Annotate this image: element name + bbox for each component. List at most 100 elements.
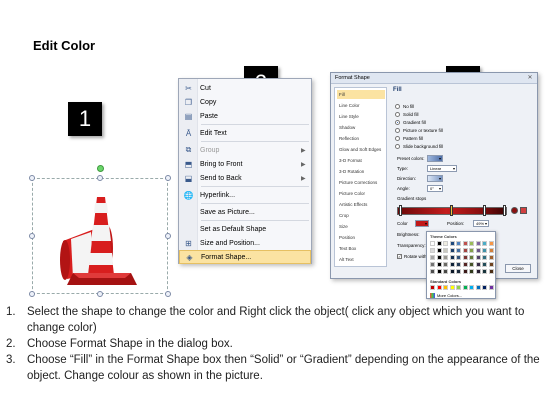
sidebar-item-text-box[interactable]: Text Box	[337, 244, 385, 253]
theme-color-swatch[interactable]	[488, 255, 494, 260]
theme-color-swatch[interactable]	[436, 248, 442, 253]
radio-gradient-fill[interactable]: Gradient fill	[395, 119, 426, 126]
theme-color-swatch[interactable]	[482, 262, 487, 267]
standard-color-swatch[interactable]	[482, 285, 487, 290]
sidebar-item-3d-format[interactable]: 3-D Format	[337, 156, 385, 165]
theme-color-swatch[interactable]	[462, 269, 468, 274]
theme-color-swatch[interactable]	[456, 262, 461, 267]
theme-color-swatch[interactable]	[436, 241, 442, 246]
rotation-handle[interactable]	[97, 165, 104, 172]
theme-color-swatch[interactable]	[443, 248, 448, 253]
standard-color-swatch[interactable]	[475, 285, 481, 290]
theme-color-swatch[interactable]	[482, 269, 487, 274]
position-input[interactable]: 49%	[473, 219, 489, 227]
resize-handle-nw[interactable]	[29, 175, 35, 181]
theme-color-swatch[interactable]	[475, 262, 481, 267]
theme-color-swatch[interactable]	[475, 255, 481, 260]
sidebar-item-glow[interactable]: Glow and Soft Edges	[337, 145, 385, 154]
theme-color-swatch[interactable]	[430, 248, 435, 253]
theme-color-swatch[interactable]	[449, 269, 455, 274]
theme-color-swatch[interactable]	[469, 241, 474, 246]
menu-item-bring-to-front[interactable]: ⬒ Bring to Front ▶	[179, 157, 311, 171]
standard-color-swatch[interactable]	[462, 285, 468, 290]
theme-color-swatch[interactable]	[469, 269, 474, 274]
theme-color-swatch[interactable]	[456, 269, 461, 274]
menu-item-set-default-shape[interactable]: Set as Default Shape	[179, 222, 311, 236]
theme-color-swatch[interactable]	[430, 269, 435, 274]
standard-color-swatch[interactable]	[430, 285, 435, 290]
theme-color-swatch[interactable]	[469, 255, 474, 260]
menu-item-cut[interactable]: ✂ Cut	[179, 81, 311, 95]
theme-color-swatch[interactable]	[430, 241, 435, 246]
resize-handle-e[interactable]	[165, 233, 171, 239]
menu-item-group[interactable]: ⧉ Group ▶	[179, 143, 311, 157]
theme-color-swatch[interactable]	[430, 255, 435, 260]
standard-color-swatch[interactable]	[436, 285, 442, 290]
theme-color-swatch[interactable]	[488, 262, 494, 267]
remove-stop-icon[interactable]	[520, 207, 527, 214]
theme-color-swatch[interactable]	[475, 269, 481, 274]
gradient-stop-handle[interactable]	[503, 205, 506, 216]
menu-item-send-to-back[interactable]: ⬓ Send to Back ▶	[179, 171, 311, 185]
sidebar-item-artistic-effects[interactable]: Artistic Effects	[337, 200, 385, 209]
sidebar-item-shadow[interactable]: Shadow	[337, 123, 385, 132]
close-button[interactable]: Close	[505, 264, 531, 273]
theme-color-swatch[interactable]	[449, 248, 455, 253]
menu-item-hyperlink[interactable]: 🌐 Hyperlink...	[179, 188, 311, 202]
add-stop-icon[interactable]	[511, 207, 518, 214]
menu-item-edit-text[interactable]: Ā Edit Text	[179, 126, 311, 140]
radio-picture-fill[interactable]: Picture or texture fill	[395, 127, 443, 134]
resize-handle-sw[interactable]	[29, 291, 35, 297]
sidebar-item-position[interactable]: Position	[337, 233, 385, 242]
theme-color-swatch[interactable]	[449, 262, 455, 267]
sidebar-item-picture-color[interactable]: Picture Color	[337, 189, 385, 198]
theme-color-swatch[interactable]	[462, 248, 468, 253]
standard-color-swatch[interactable]	[488, 285, 494, 290]
selected-shape-frame[interactable]	[29, 175, 171, 297]
menu-item-format-shape[interactable]: ◈ Format Shape...	[179, 250, 311, 264]
theme-color-swatch[interactable]	[436, 262, 442, 267]
radio-slide-background-fill[interactable]: Slide background fill	[395, 143, 443, 150]
menu-item-size-position[interactable]: ⊞ Size and Position...	[179, 236, 311, 250]
sidebar-item-line-style[interactable]: Line Style	[337, 112, 385, 121]
theme-color-swatch[interactable]	[488, 269, 494, 274]
theme-color-swatch[interactable]	[449, 255, 455, 260]
sidebar-item-size[interactable]: Size	[337, 222, 385, 231]
resize-handle-n[interactable]	[97, 175, 103, 181]
more-colors-item[interactable]: More Colors...	[430, 293, 462, 298]
radio-no-fill[interactable]: No fill	[395, 103, 414, 110]
theme-color-swatch[interactable]	[469, 248, 474, 253]
resize-handle-ne[interactable]	[165, 175, 171, 181]
theme-color-swatch[interactable]	[475, 241, 481, 246]
theme-color-swatch[interactable]	[443, 269, 448, 274]
theme-color-swatch[interactable]	[462, 262, 468, 267]
theme-color-swatch[interactable]	[482, 248, 487, 253]
theme-color-swatch[interactable]	[469, 262, 474, 267]
theme-color-swatch[interactable]	[456, 255, 461, 260]
type-dropdown[interactable]: Linear	[427, 164, 457, 172]
gradient-stop-handle[interactable]	[399, 205, 402, 216]
menu-item-paste[interactable]: ▤ Paste	[179, 109, 311, 123]
resize-handle-se[interactable]	[165, 291, 171, 297]
resize-handle-w[interactable]	[29, 233, 35, 239]
theme-color-swatch[interactable]	[443, 241, 448, 246]
standard-color-swatch[interactable]	[469, 285, 474, 290]
standard-color-swatch[interactable]	[443, 285, 448, 290]
theme-color-swatch[interactable]	[443, 255, 448, 260]
theme-color-swatch[interactable]	[436, 269, 442, 274]
theme-color-swatch[interactable]	[430, 262, 435, 267]
standard-color-swatch[interactable]	[456, 285, 461, 290]
sidebar-item-reflection[interactable]: Reflection	[337, 134, 385, 143]
theme-color-swatch[interactable]	[456, 241, 461, 246]
theme-color-swatch[interactable]	[462, 241, 468, 246]
theme-color-swatch[interactable]	[482, 255, 487, 260]
menu-item-save-as-picture[interactable]: Save as Picture...	[179, 205, 311, 219]
sidebar-item-fill[interactable]: Fill	[337, 90, 385, 99]
sidebar-item-crop[interactable]: Crop	[337, 211, 385, 220]
standard-color-swatch[interactable]	[449, 285, 455, 290]
gradient-stop-handle[interactable]	[483, 205, 486, 216]
sidebar-item-picture-corrections[interactable]: Picture Corrections	[337, 178, 385, 187]
theme-color-swatch[interactable]	[482, 241, 487, 246]
color-picker-button[interactable]	[415, 219, 429, 227]
gradient-stop-handle[interactable]	[450, 205, 453, 216]
